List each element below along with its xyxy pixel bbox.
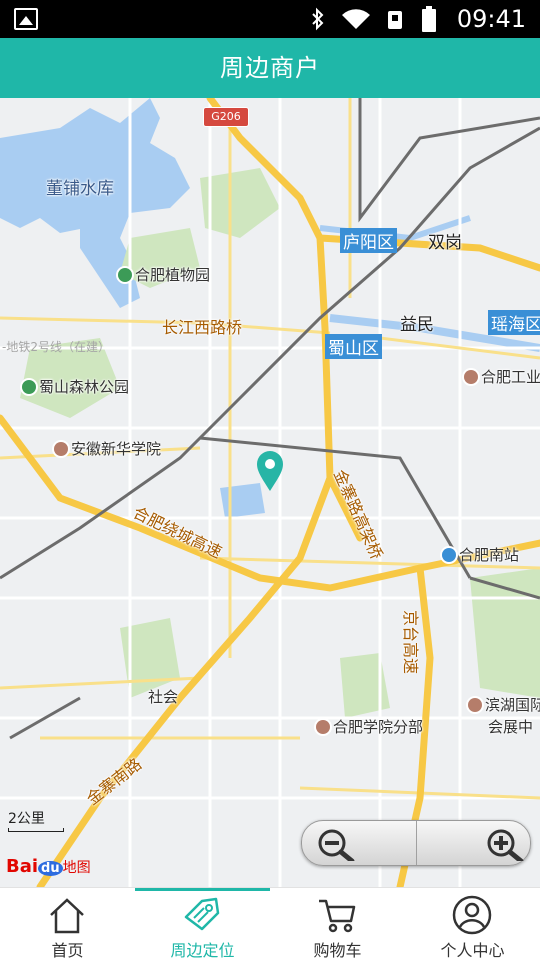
logo-ditu: 地图 (62, 860, 91, 876)
home-icon (50, 898, 84, 934)
label-yimin[interactable]: 益民 (400, 310, 434, 335)
label-dongpu-reservoir[interactable]: 董铺水库 (46, 174, 114, 199)
baidu-map-logo: Bai du 地图 (6, 856, 91, 877)
label-hefei-college-branch[interactable]: 合肥学院分部 (316, 716, 423, 737)
station-icon (442, 548, 456, 562)
tab-indicator-active (135, 888, 270, 891)
label-shushan-district[interactable]: 蜀山区 (325, 334, 382, 359)
label-hefei-gongye-text: 合肥工业 (481, 368, 540, 386)
zoom-out-button[interactable] (302, 821, 415, 865)
map-scale-label: 2公里 (8, 811, 45, 827)
tab-indicator (405, 888, 540, 891)
status-bar: 09:41 (0, 0, 540, 38)
image-notification-icon (14, 8, 38, 30)
label-shushan-forest[interactable]: 蜀山森林公园 (22, 376, 129, 397)
wifi-icon (342, 9, 370, 29)
zoom-in-button[interactable] (416, 821, 530, 865)
south-green-2 (340, 653, 390, 718)
signal-icon (388, 11, 402, 29)
location-marker-icon[interactable] (255, 450, 285, 492)
map-scale-bar (8, 828, 64, 832)
tag-icon (184, 897, 220, 931)
page-title: 周边商户 (220, 54, 320, 82)
map-scale: 2公里 (8, 808, 64, 832)
label-hefei-botanic-text: 合肥植物园 (135, 266, 211, 284)
label-binhu[interactable]: 滨湖国际 (468, 694, 540, 715)
landmark-icon (468, 698, 482, 712)
title-bar: 周边商户 (0, 38, 540, 98)
tab-indicator (0, 888, 135, 891)
school-icon (54, 442, 68, 456)
tab-nearby-location[interactable]: 周边定位 (135, 888, 270, 961)
tab-home[interactable]: 首页 (0, 888, 135, 961)
label-hefei-gongye[interactable]: 合肥工业 (464, 366, 540, 387)
bottom-navigation: 首页 周边定位 购物车 个人中心 (0, 887, 540, 961)
zoom-out-icon (318, 829, 355, 861)
tab-profile[interactable]: 个人中心 (405, 888, 540, 961)
school-icon-3 (316, 720, 330, 734)
tab-nearby-location-label: 周边定位 (170, 941, 235, 960)
zoom-controls (301, 820, 531, 866)
label-hefei-botanic[interactable]: 合肥植物园 (118, 264, 210, 285)
logo-bai: Bai (6, 856, 39, 877)
school-icon-2 (464, 370, 478, 384)
route-shield-g206: G206 (203, 107, 249, 127)
label-hefei-college-branch-text: 合肥学院分部 (333, 718, 424, 736)
label-huizhan[interactable]: 会展中 (488, 716, 533, 737)
park-icon (118, 268, 132, 282)
label-changjiang-bridge[interactable]: 长江西路桥 (162, 314, 242, 338)
label-xinhua-college-text: 安徽新华学院 (71, 440, 162, 458)
tab-profile-label: 个人中心 (440, 941, 505, 960)
zoom-in-icon (487, 829, 524, 861)
label-binhu-text: 滨湖国际 (485, 696, 540, 714)
north-green (200, 168, 280, 238)
label-yaohai-district[interactable]: 瑶海区 (488, 310, 540, 335)
label-xinhua-college[interactable]: 安徽新华学院 (54, 438, 161, 459)
user-icon (452, 895, 492, 935)
bluetooth-icon (312, 7, 324, 31)
cart-icon (319, 899, 356, 933)
tab-cart-label: 购物车 (313, 941, 362, 960)
label-shuanggang[interactable]: 双岗 (428, 228, 462, 253)
label-shushan-forest-text: 蜀山森林公园 (39, 378, 130, 396)
label-hefei-south-station[interactable]: 合肥南站 (442, 544, 519, 565)
battery-icon (422, 6, 436, 32)
tab-cart[interactable]: 购物车 (270, 888, 405, 961)
label-luyang-district[interactable]: 庐阳区 (340, 228, 397, 253)
map-view[interactable]: G206 董铺水库 合肥植物园 长江西路桥 -地铁2号线（在建） 蜀山森林公园 … (0, 98, 540, 887)
label-hefei-south-station-text: 合肥南站 (459, 546, 520, 564)
tab-home-label: 首页 (51, 941, 84, 960)
logo-du: du (38, 861, 63, 876)
label-metro-line2: -地铁2号线（在建） (2, 340, 110, 354)
label-shehui[interactable]: 社会 (148, 686, 178, 707)
clock: 09:41 (456, 5, 526, 33)
label-jingtai-expressway: 京台高速 (401, 610, 420, 675)
tab-indicator (270, 888, 405, 891)
map-base (0, 98, 540, 887)
status-icons (310, 6, 436, 32)
forest-icon (22, 380, 36, 394)
